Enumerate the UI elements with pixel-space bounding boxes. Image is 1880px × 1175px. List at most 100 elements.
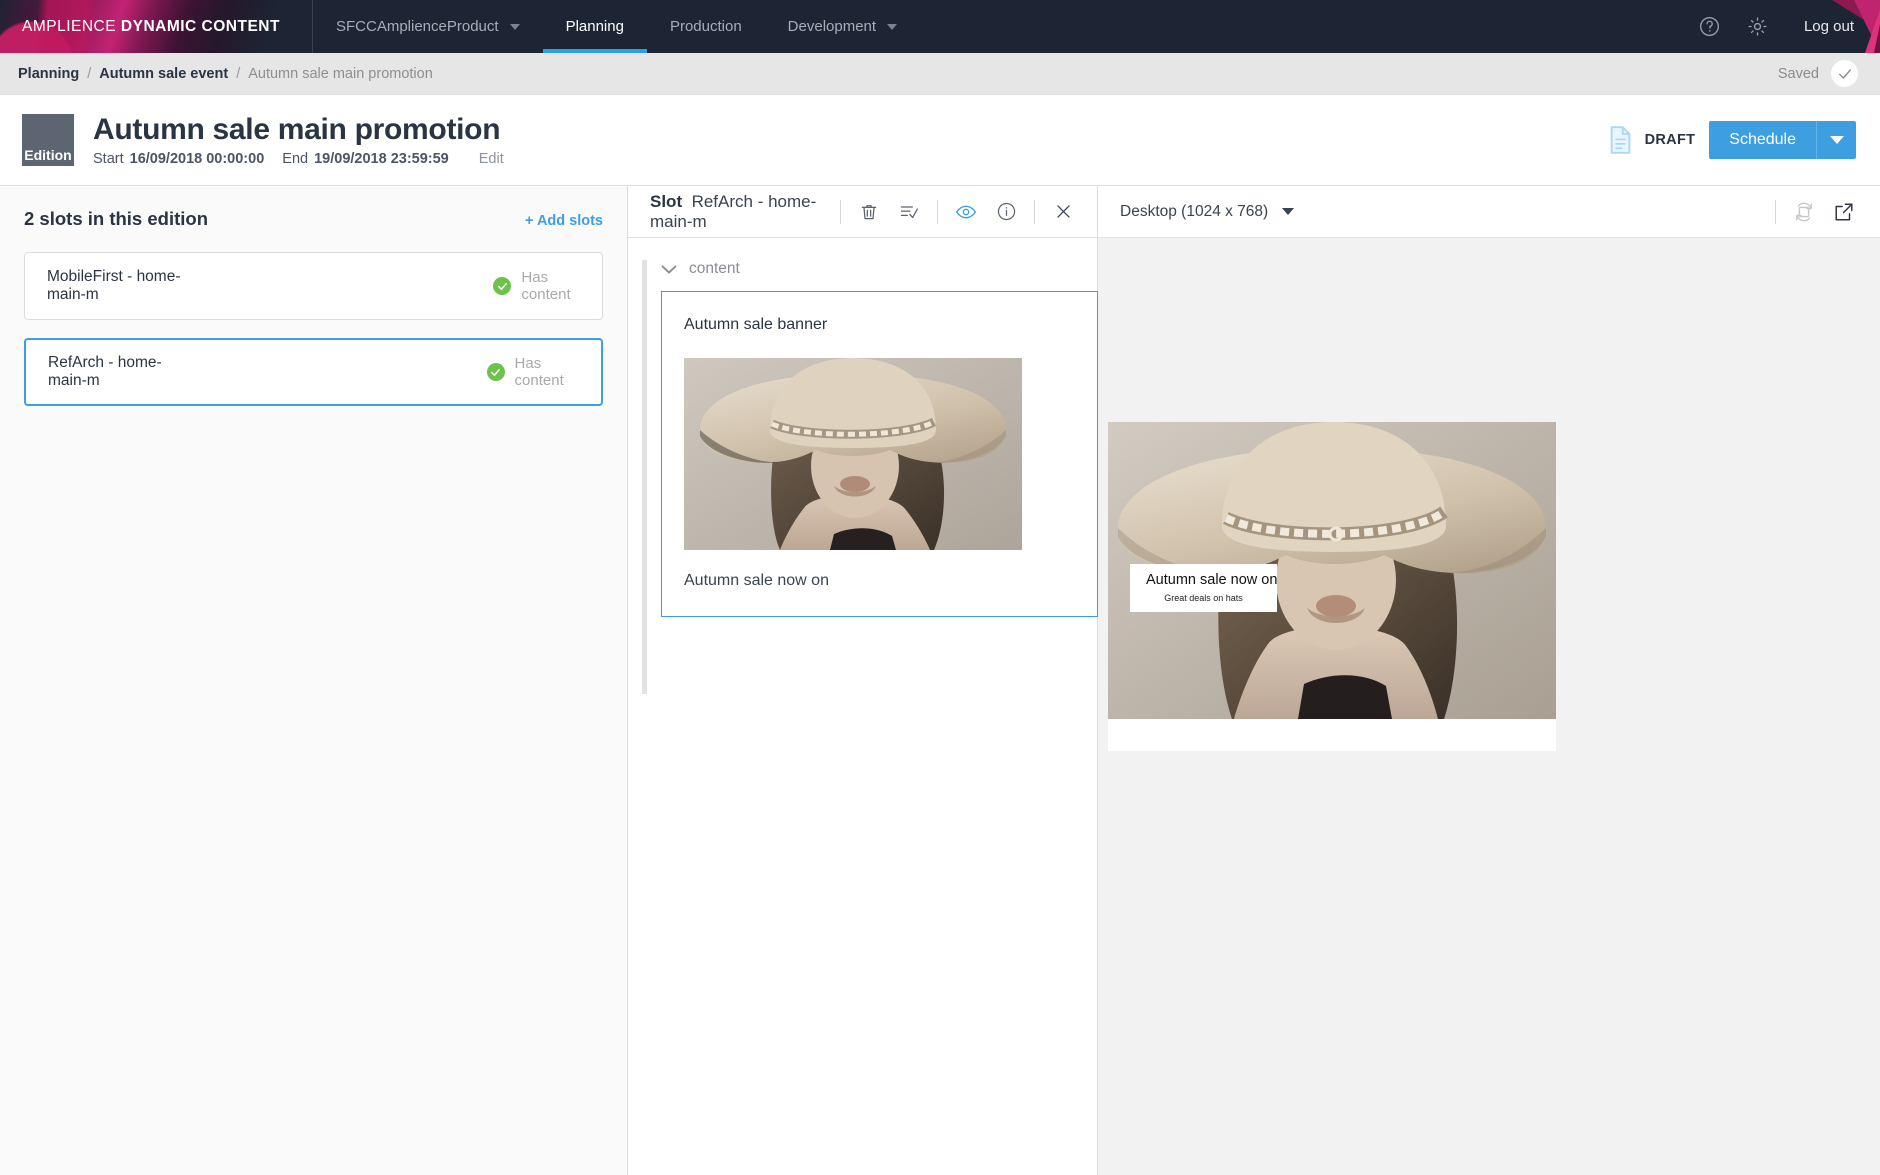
content-item-card[interactable]: Autumn sale banner Autumn sale now on — [661, 291, 1098, 617]
preview-panel-header: Desktop (1024 x 768) — [1098, 186, 1880, 238]
page-header: Edition Autumn sale main promotion Start… — [0, 95, 1880, 186]
status-badge: DRAFT — [1607, 125, 1696, 155]
open-external-icon[interactable] — [1824, 195, 1864, 229]
nav-items: SFCCAmplienceProduct Planning Production… — [313, 0, 920, 53]
preview-panel: Desktop (1024 x 768) Autumn sale now on … — [1098, 186, 1880, 1175]
slot-card-name: MobileFirst - home-main-m — [47, 268, 181, 303]
logo-text-bold: DYNAMIC CONTENT — [120, 17, 280, 35]
nav-project-label: SFCCAmplienceProduct — [336, 18, 499, 35]
status-label: DRAFT — [1644, 132, 1696, 148]
slot-card-refarch[interactable]: RefArch - home-main-m Has content — [24, 338, 603, 406]
trash-icon[interactable] — [849, 195, 889, 229]
add-slots-button[interactable]: + Add slots — [525, 213, 603, 229]
help-circle-icon[interactable] — [1686, 0, 1734, 53]
logo-text-light: AMPLIENCE — [22, 17, 117, 35]
chevron-down-icon — [1282, 208, 1295, 215]
slot-editor-toolbar — [832, 195, 1083, 229]
slot-card-status-label: Has content — [521, 269, 571, 303]
schedule-button[interactable]: Schedule — [1709, 121, 1816, 159]
nav-item-development-label: Development — [787, 18, 877, 35]
toolbar-divider — [937, 199, 938, 224]
info-circle-icon[interactable] — [986, 195, 1026, 229]
title-block: Autumn sale main promotion Start 16/09/2… — [93, 113, 504, 168]
close-icon[interactable] — [1043, 195, 1083, 229]
page-header-actions: DRAFT Schedule — [1607, 121, 1856, 159]
chevron-down-icon — [509, 23, 520, 30]
slot-editor-panel: Slot RefArch - home-main-m content Autum… — [628, 186, 1098, 1175]
start-value: 16/09/2018 00:00:00 — [129, 151, 265, 168]
toolbar-divider — [1775, 199, 1776, 224]
preview-banner-title: Autumn sale now on — [1146, 572, 1278, 588]
start-label: Start — [93, 151, 124, 168]
rotate-device-icon[interactable] — [1784, 195, 1824, 229]
toolbar-divider — [1034, 199, 1035, 224]
chevron-down-icon — [887, 23, 898, 30]
breadcrumb-item-planning[interactable]: Planning — [18, 66, 79, 82]
preview-banner-overlay: Autumn sale now on Great deals on hats — [1130, 564, 1278, 613]
slots-panel: 2 slots in this edition + Add slots Mobi… — [0, 186, 628, 1175]
end-value: 19/09/2018 23:59:59 — [314, 151, 449, 168]
breadcrumb-item-event[interactable]: Autumn sale event — [99, 66, 228, 82]
preview-device-frame: Autumn sale now on Great deals on hats — [1108, 422, 1556, 751]
slots-panel-header: 2 slots in this edition + Add slots — [24, 208, 603, 230]
content-editor-inner: content Autumn sale banner Autumn sale n… — [661, 260, 1098, 1175]
slots-count-label: 2 slots in this edition — [24, 208, 208, 229]
edit-dates-link[interactable]: Edit — [479, 151, 504, 167]
slot-editor-body: content Autumn sale banner Autumn sale n… — [628, 238, 1098, 1175]
slot-label: Slot — [650, 191, 683, 211]
edition-badge: Edition — [22, 114, 74, 166]
nav-right-group: Log out — [1686, 0, 1880, 53]
breadcrumb-bar: Planning / Autumn sale event / Autumn sa… — [0, 53, 1880, 95]
device-size-selector[interactable]: Desktop (1024 x 768) — [1120, 202, 1295, 221]
slot-card-status: Has content — [493, 269, 580, 303]
gear-icon[interactable] — [1734, 0, 1782, 53]
nav-item-development[interactable]: Development — [765, 0, 920, 53]
nav-item-planning-label: Planning — [565, 18, 624, 35]
app-logo[interactable]: AMPLIENCE DYNAMIC CONTENT — [0, 0, 313, 53]
document-icon — [1607, 125, 1634, 155]
top-navigation-bar: AMPLIENCE DYNAMIC CONTENT SFCCAmplienceP… — [0, 0, 1880, 53]
chevron-down-icon — [1829, 135, 1844, 145]
slot-card-status: Has content — [486, 355, 579, 389]
content-item-heading: Autumn sale banner — [684, 316, 828, 333]
toolbar-divider — [840, 199, 841, 224]
eye-icon[interactable] — [946, 195, 986, 229]
content-group-label: content — [689, 260, 740, 277]
slot-card-mobilefirst[interactable]: MobileFirst - home-main-m Has content — [24, 252, 603, 320]
check-circle-icon — [493, 277, 512, 295]
content-item-image — [684, 358, 1022, 550]
nav-item-planning[interactable]: Planning — [542, 0, 648, 53]
schedule-dates: Start 16/09/2018 00:00:00 End 19/09/2018… — [93, 151, 504, 167]
preview-banner-subtitle: Great deals on hats — [1164, 593, 1243, 604]
saved-label: Saved — [1777, 65, 1819, 82]
slot-editor-header: Slot RefArch - home-main-m — [628, 186, 1097, 238]
list-check-icon[interactable] — [889, 195, 929, 229]
breadcrumb-separator: / — [87, 65, 92, 82]
saved-indicator: Saved — [1778, 60, 1858, 87]
content-group-toggle[interactable]: content — [661, 260, 1098, 278]
end-label: End — [282, 151, 309, 168]
nav-item-production-label: Production — [669, 18, 742, 35]
preview-stage: Autumn sale now on Great deals on hats — [1098, 238, 1880, 1175]
schedule-dropdown-button[interactable] — [1816, 121, 1856, 159]
preview-toolbar — [1767, 195, 1864, 229]
check-icon — [1831, 60, 1858, 87]
chevron-down-icon — [661, 264, 677, 275]
slot-card-name: RefArch - home-main-m — [48, 354, 162, 389]
breadcrumb-separator: / — [236, 65, 241, 82]
nav-item-production[interactable]: Production — [647, 0, 765, 53]
device-size-label: Desktop (1024 x 768) — [1120, 202, 1269, 220]
content-item-caption: Autumn sale now on — [684, 572, 829, 589]
nav-project-selector[interactable]: SFCCAmplienceProduct — [313, 0, 543, 53]
content-editor-pane: content Autumn sale banner Autumn sale n… — [628, 238, 1098, 1175]
logo-text: AMPLIENCE DYNAMIC CONTENT — [22, 18, 280, 36]
schedule-button-group[interactable]: Schedule — [1709, 121, 1856, 159]
breadcrumb-item-current: Autumn sale main promotion — [248, 65, 433, 82]
main-content: 2 slots in this edition + Add slots Mobi… — [0, 186, 1880, 1175]
preview-banner-image: Autumn sale now on Great deals on hats — [1108, 422, 1556, 719]
slot-editor-title: Slot RefArch - home-main-m — [650, 192, 832, 232]
page-title: Autumn sale main promotion — [93, 112, 501, 146]
content-group-rail — [642, 260, 647, 694]
check-circle-icon — [486, 363, 505, 381]
logout-button[interactable]: Log out — [1782, 18, 1880, 35]
